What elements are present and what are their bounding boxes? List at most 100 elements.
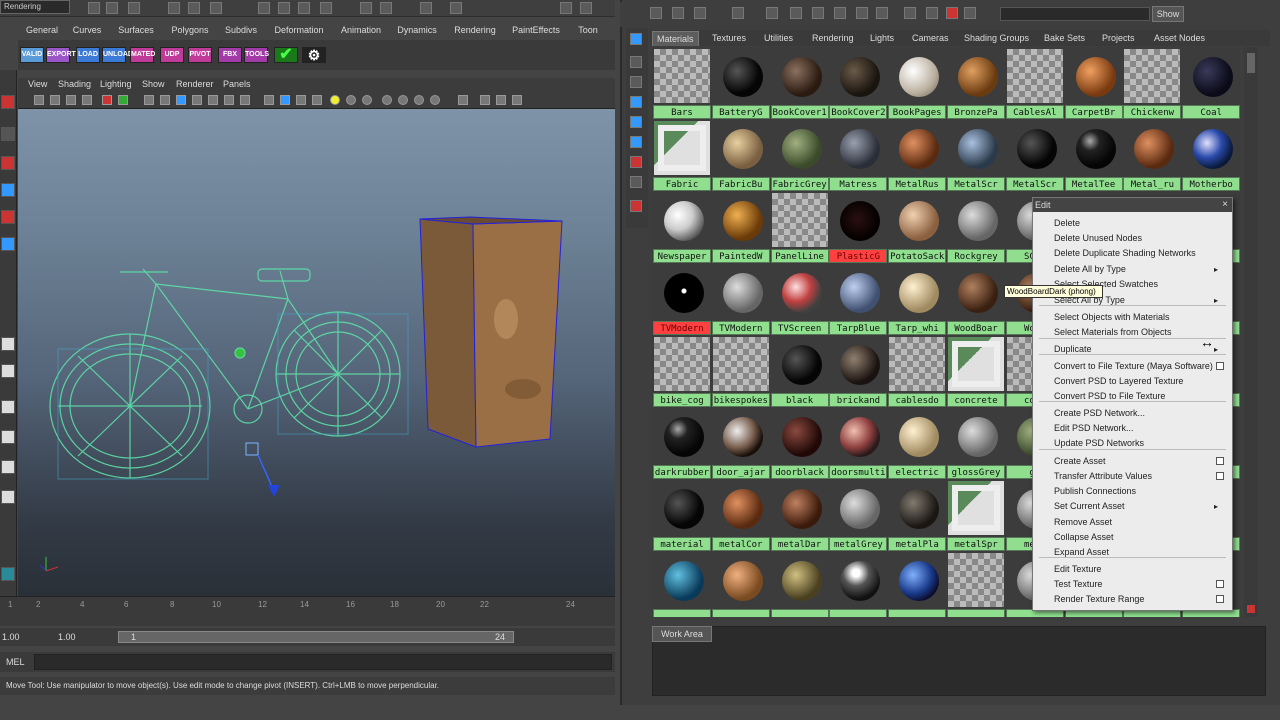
graph-icon[interactable]: [834, 7, 846, 19]
sphere-icon[interactable]: [346, 95, 356, 105]
select-mode-icon[interactable]: [168, 2, 180, 14]
textured-icon[interactable]: [176, 95, 186, 105]
menu-item-delete-duplicate-shading-networks[interactable]: Delete Duplicate Shading Networks: [1033, 246, 1232, 261]
grid-icon[interactable]: [732, 7, 744, 19]
material-swatch[interactable]: FabricBu: [711, 119, 770, 191]
material-swatch[interactable]: BookCover1: [770, 47, 829, 119]
layout-icon[interactable]: [630, 200, 642, 212]
layout-icon[interactable]: [1, 430, 15, 444]
save-scene-icon[interactable]: [128, 2, 140, 14]
cube-icon[interactable]: [296, 95, 306, 105]
tab-lights[interactable]: Lights: [866, 31, 898, 46]
material-swatch[interactable]: TVScreen: [770, 263, 829, 335]
sphere-icon[interactable]: [362, 95, 372, 105]
material-swatch[interactable]: metalGrey: [829, 479, 888, 551]
viewport-menu-panels[interactable]: Panels: [223, 79, 251, 89]
layout-icon[interactable]: [1, 364, 15, 378]
menu-item-edit-texture[interactable]: Edit Texture: [1033, 562, 1232, 577]
material-swatch[interactable]: Bars: [653, 47, 711, 119]
menu-item-publish-connections[interactable]: Publish Connections: [1033, 484, 1232, 499]
material-swatch[interactable]: Chickenw: [1123, 47, 1182, 119]
graph-icon[interactable]: [790, 7, 802, 19]
wireframe-icon[interactable]: [144, 95, 154, 105]
time-slider[interactable]: 1 2 4 6 8 10 12 14 16 18 20 22 24: [0, 596, 615, 626]
playback-start-field[interactable]: 1.00: [58, 632, 76, 642]
search-input[interactable]: [1000, 7, 1150, 21]
perspective-viewport[interactable]: [18, 109, 615, 596]
toggle-icon[interactable]: [580, 2, 592, 14]
layout-icon[interactable]: [694, 7, 706, 19]
shelf-button-pivot[interactable]: PIVOT: [188, 47, 212, 63]
toggle-icon[interactable]: [560, 2, 572, 14]
tab-asset-nodes[interactable]: Asset Nodes: [1150, 31, 1209, 46]
image-plane-icon[interactable]: [82, 95, 92, 105]
create-bar-icon[interactable]: [630, 33, 642, 45]
render-icon[interactable]: [946, 7, 958, 19]
material-swatch[interactable]: CarpetBr: [1064, 47, 1123, 119]
workspace-menu-selector[interactable]: Rendering: [0, 0, 70, 14]
scrollbar-thumb[interactable]: [1247, 53, 1255, 73]
material-swatch[interactable]: PanelLine: [770, 191, 829, 263]
light-bulb-icon[interactable]: [330, 95, 340, 105]
menu-item-select-objects-with-materials[interactable]: Select Objects with Materials: [1033, 310, 1232, 325]
cube-icon[interactable]: [480, 95, 490, 105]
render-icon[interactable]: [926, 7, 938, 19]
snap-icon[interactable]: [298, 2, 310, 14]
material-swatch[interactable]: door_ajar: [711, 407, 770, 479]
shelf-tab-dynamics[interactable]: Dynamics: [394, 23, 440, 38]
layout-icon[interactable]: [630, 136, 642, 148]
sphere-icon[interactable]: [382, 95, 392, 105]
camera-icon[interactable]: [458, 95, 468, 105]
sphere-icon[interactable]: [414, 95, 424, 105]
menu-item-collapse-asset[interactable]: Collapse Asset: [1033, 530, 1232, 545]
material-swatch[interactable]: TarpBlue: [829, 263, 888, 335]
menu-item-create-asset[interactable]: Create Asset: [1033, 454, 1232, 469]
shelf-button-udp[interactable]: UDP: [160, 47, 184, 63]
shelf-tab-general[interactable]: General: [24, 23, 60, 38]
material-swatch[interactable]: [888, 551, 947, 617]
material-swatch[interactable]: doorblack: [770, 407, 829, 479]
menu-item-convert-psd-to-file-texture[interactable]: Convert PSD to File Texture: [1033, 389, 1232, 404]
graph-icon[interactable]: [856, 7, 868, 19]
close-icon[interactable]: ×: [1222, 198, 1228, 212]
layout-icon[interactable]: [672, 7, 684, 19]
material-swatch[interactable]: brickand: [829, 335, 888, 407]
option-box-icon[interactable]: [1216, 457, 1224, 465]
start-time-field[interactable]: 1.00: [2, 632, 20, 642]
range-slider-bar[interactable]: 1 24: [118, 631, 514, 643]
shelf-tab-subdivs[interactable]: Subdivs: [222, 23, 260, 38]
graph-icon[interactable]: [876, 7, 888, 19]
checker-icon[interactable]: [312, 95, 322, 105]
tab-textures[interactable]: Textures: [708, 31, 750, 46]
checkmark-icon[interactable]: ✔: [274, 47, 298, 63]
snap-icon[interactable]: [258, 2, 270, 14]
material-swatch[interactable]: WoodBoar: [947, 263, 1005, 335]
open-scene-icon[interactable]: [106, 2, 118, 14]
material-swatch[interactable]: metalCor: [711, 479, 770, 551]
material-swatch[interactable]: Metal_ru: [1123, 119, 1182, 191]
material-swatch[interactable]: doorsmulti: [829, 407, 888, 479]
menu-item-convert-to-file-texture-maya-software[interactable]: Convert to File Texture (Maya Software): [1033, 359, 1232, 374]
material-swatch[interactable]: BookCover2: [829, 47, 888, 119]
tab-cameras[interactable]: Cameras: [908, 31, 953, 46]
graph-icon[interactable]: [812, 7, 824, 19]
shelf-tab-painteffects[interactable]: PaintEffects: [508, 23, 564, 38]
material-swatch[interactable]: Tarp_whi: [888, 263, 947, 335]
tab-projects[interactable]: Projects: [1098, 31, 1139, 46]
material-swatch[interactable]: TVModern: [653, 263, 711, 335]
camera-icon[interactable]: [34, 95, 44, 105]
swatch-scrollbar[interactable]: [1244, 47, 1258, 617]
tab-bake-sets[interactable]: Bake Sets: [1040, 31, 1089, 46]
cube-icon[interactable]: [496, 95, 506, 105]
menu-item-delete-unused-nodes[interactable]: Delete Unused Nodes: [1033, 231, 1232, 246]
material-swatch[interactable]: TVModern: [711, 263, 770, 335]
tab-shading-groups[interactable]: Shading Groups: [960, 31, 1033, 46]
layout-icon[interactable]: [630, 116, 642, 128]
lights-icon[interactable]: [192, 95, 202, 105]
shelf-tab-deformation[interactable]: Deformation: [270, 23, 328, 38]
material-swatch[interactable]: PaintedW: [711, 191, 770, 263]
render-icon[interactable]: [450, 2, 462, 14]
settings-icon[interactable]: ⚙: [302, 47, 326, 63]
shelf-button-tools[interactable]: TOOLS: [244, 47, 269, 63]
viewport-menu-renderer[interactable]: Renderer: [176, 79, 214, 89]
